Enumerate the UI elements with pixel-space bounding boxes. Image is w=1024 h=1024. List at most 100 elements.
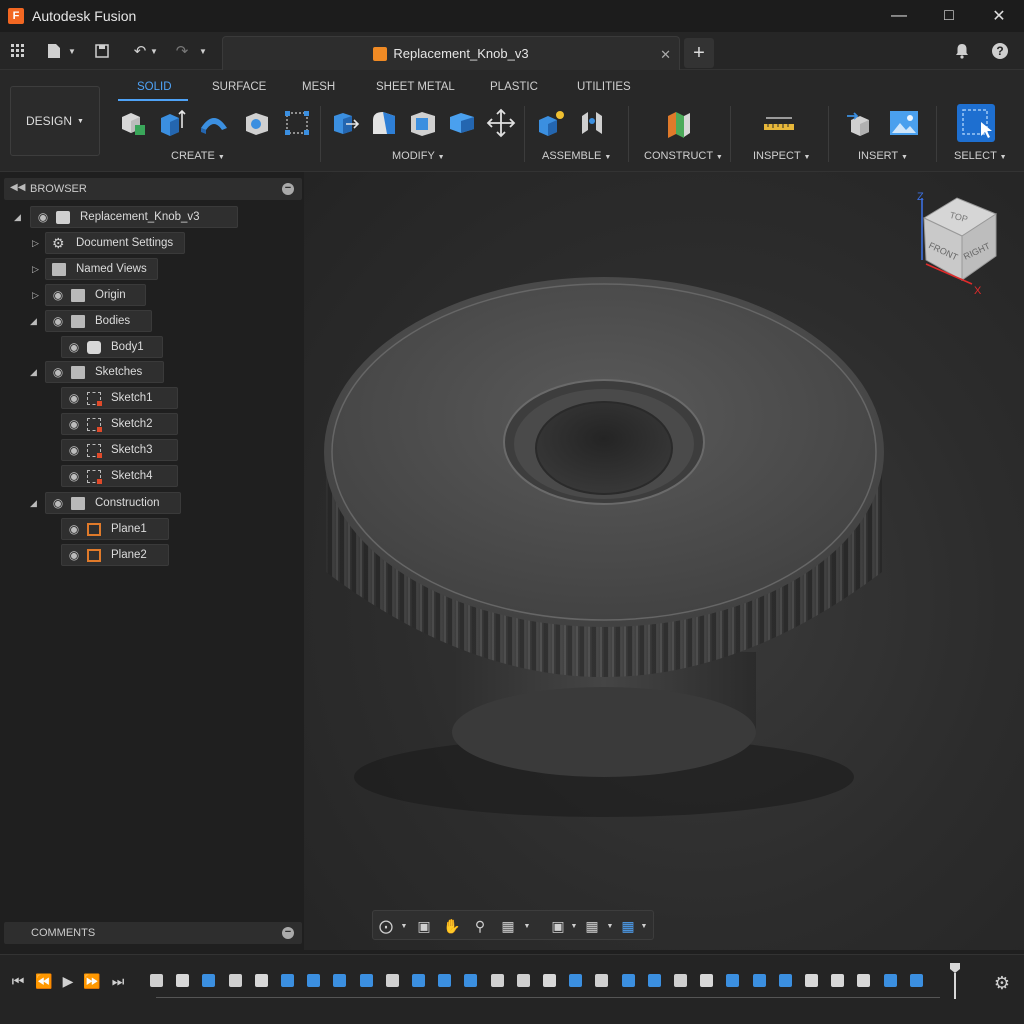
insert-canvas-icon[interactable] [889,108,919,138]
measure-icon[interactable] [763,108,794,138]
timeline-feature-icon[interactable] [883,974,897,987]
timeline-marker[interactable] [950,963,960,999]
tab-utilities[interactable]: UTILITIES [577,81,631,93]
tab-plastic[interactable]: PLASTIC [490,81,538,93]
insert-derive-icon[interactable] [845,108,875,138]
timeline-feature-icon[interactable] [831,974,845,987]
undo-dropdown-icon[interactable]: ▼ [144,41,164,61]
browser-item-sketch2[interactable]: ◉ Sketch2 [61,413,178,435]
tab-solid[interactable]: SOLID [137,81,172,93]
browser-item-plane2[interactable]: ◉ Plane2 [61,544,169,566]
revolve-icon[interactable] [198,108,228,138]
visibility-eye-icon[interactable]: ◉ [36,210,50,224]
play-icon[interactable]: ▶ [60,971,76,991]
visibility-eye-icon[interactable]: ◉ [67,417,81,431]
timeline-feature-icon[interactable] [176,974,190,987]
visibility-eye-icon[interactable]: ◉ [67,522,81,536]
file-menu-icon[interactable] [44,41,64,61]
press-pull-icon[interactable] [330,108,360,138]
timeline-feature-icon[interactable] [805,974,818,987]
timeline-feature-icon[interactable] [543,974,556,987]
viewcube[interactable]: TOP FRONT RIGHT Z X [912,188,1002,298]
new-tab-button[interactable]: + [684,38,714,68]
timeline-feature-icon[interactable] [385,974,399,987]
create-menu[interactable]: CREATE ▼ [171,150,225,162]
browser-item-body1[interactable]: ◉ Body1 [61,336,163,358]
tab-sheet-metal[interactable]: SHEET METAL [376,81,455,93]
workspace-switcher[interactable]: DESIGN ▼ [10,86,100,156]
timeline-feature-icon[interactable] [202,974,216,987]
minimize-panel-icon[interactable]: − [282,183,294,195]
document-tab[interactable]: Replacement_Knob_v3 ✕ [222,36,680,70]
timeline-feature-icon[interactable] [333,974,347,987]
comments-panel-header[interactable]: COMMENTS − [4,922,302,944]
timeline-feature-icon[interactable] [412,974,425,987]
zoom-icon[interactable]: ⚲ [471,917,489,935]
combine-icon[interactable] [447,108,477,138]
timeline-feature-icon[interactable] [857,974,871,987]
modify-menu[interactable]: MODIFY ▼ [392,150,445,162]
save-icon[interactable] [92,41,112,61]
visibility-eye-icon[interactable]: ◉ [67,548,81,562]
assemble-menu[interactable]: ASSEMBLE ▼ [542,150,611,162]
go-to-start-icon[interactable]: ⏮ [10,971,26,991]
inspect-menu[interactable]: INSPECT ▼ [753,150,810,162]
expand-arrow-icon[interactable]: ▷ [32,290,39,301]
new-component-assemble-icon[interactable] [536,108,566,138]
go-to-end-icon[interactable]: ⏭ [110,971,126,991]
browser-item-sketch4[interactable]: ◉ Sketch4 [61,465,178,487]
visibility-eye-icon[interactable]: ◉ [51,496,65,510]
timeline-feature-icon[interactable] [752,974,766,987]
maximize-button[interactable]: □ [924,0,974,32]
timeline-feature-icon[interactable] [700,974,714,987]
expand-arrow-icon[interactable]: ◢ [14,212,21,223]
tab-surface[interactable]: SURFACE [212,81,266,93]
redo-icon[interactable]: ↷ [172,41,192,61]
orbit-icon[interactable]: ⨀ [377,917,395,935]
notifications-bell-icon[interactable] [952,41,972,61]
minimize-panel-icon[interactable]: − [282,927,294,939]
chevron-down-icon[interactable]: ▼ [565,917,583,935]
close-tab-icon[interactable]: ✕ [660,47,671,63]
step-back-icon[interactable]: ⏪ [35,971,52,991]
new-component-icon[interactable] [118,108,148,138]
visibility-eye-icon[interactable]: ◉ [67,340,81,354]
insert-menu[interactable]: INSERT ▼ [858,150,908,162]
timeline-feature-icon[interactable] [359,974,373,987]
timeline-feature-icon[interactable] [674,974,687,987]
visibility-eye-icon[interactable]: ◉ [51,314,65,328]
help-icon[interactable]: ? [990,41,1010,61]
collapse-arrow-icon[interactable]: ◢ [30,367,37,378]
step-forward-icon[interactable]: ⏩ [83,971,100,991]
browser-item-bodies[interactable]: ◉ Bodies [45,310,152,332]
timeline-feature-icon[interactable] [464,974,478,987]
pan-hand-icon[interactable]: ✋ [443,917,461,935]
minimize-button[interactable]: — [874,0,924,32]
browser-root[interactable]: ◉ Replacement_Knob_v3 [30,206,238,228]
visibility-eye-icon[interactable]: ◉ [67,443,81,457]
timeline-feature-icon[interactable] [909,974,923,987]
timeline-feature-icon[interactable] [307,974,321,987]
expand-arrow-icon[interactable]: ▷ [32,264,39,275]
extrude-icon[interactable] [157,108,187,138]
chevron-down-icon[interactable]: ▼ [635,917,653,935]
joint-icon[interactable] [577,108,607,138]
offset-plane-icon[interactable] [664,108,694,138]
timeline-feature-icon[interactable] [150,974,163,987]
app-grid-icon[interactable] [8,41,28,61]
chevron-down-icon[interactable]: ▼ [518,917,536,935]
hole-icon[interactable] [242,108,272,138]
timeline-settings-gear-icon[interactable]: ⚙ [994,973,1010,994]
browser-item-document-settings[interactable]: ⚙ Document Settings [45,232,185,254]
browser-item-sketches[interactable]: ◉ Sketches [45,361,164,383]
chevron-down-icon[interactable]: ▼ [395,917,413,935]
timeline-feature-icon[interactable] [281,974,294,987]
timeline-feature-icon[interactable] [726,974,740,987]
redo-dropdown-icon[interactable]: ▼ [193,41,213,61]
move-copy-icon[interactable] [486,108,516,138]
timeline-feature-icon[interactable] [595,974,609,987]
browser-item-construction[interactable]: ◉ Construction [45,492,181,514]
timeline-feature-icon[interactable] [516,974,530,987]
timeline-feature-icon[interactable] [228,974,242,987]
look-at-icon[interactable]: ▣ [415,917,433,935]
